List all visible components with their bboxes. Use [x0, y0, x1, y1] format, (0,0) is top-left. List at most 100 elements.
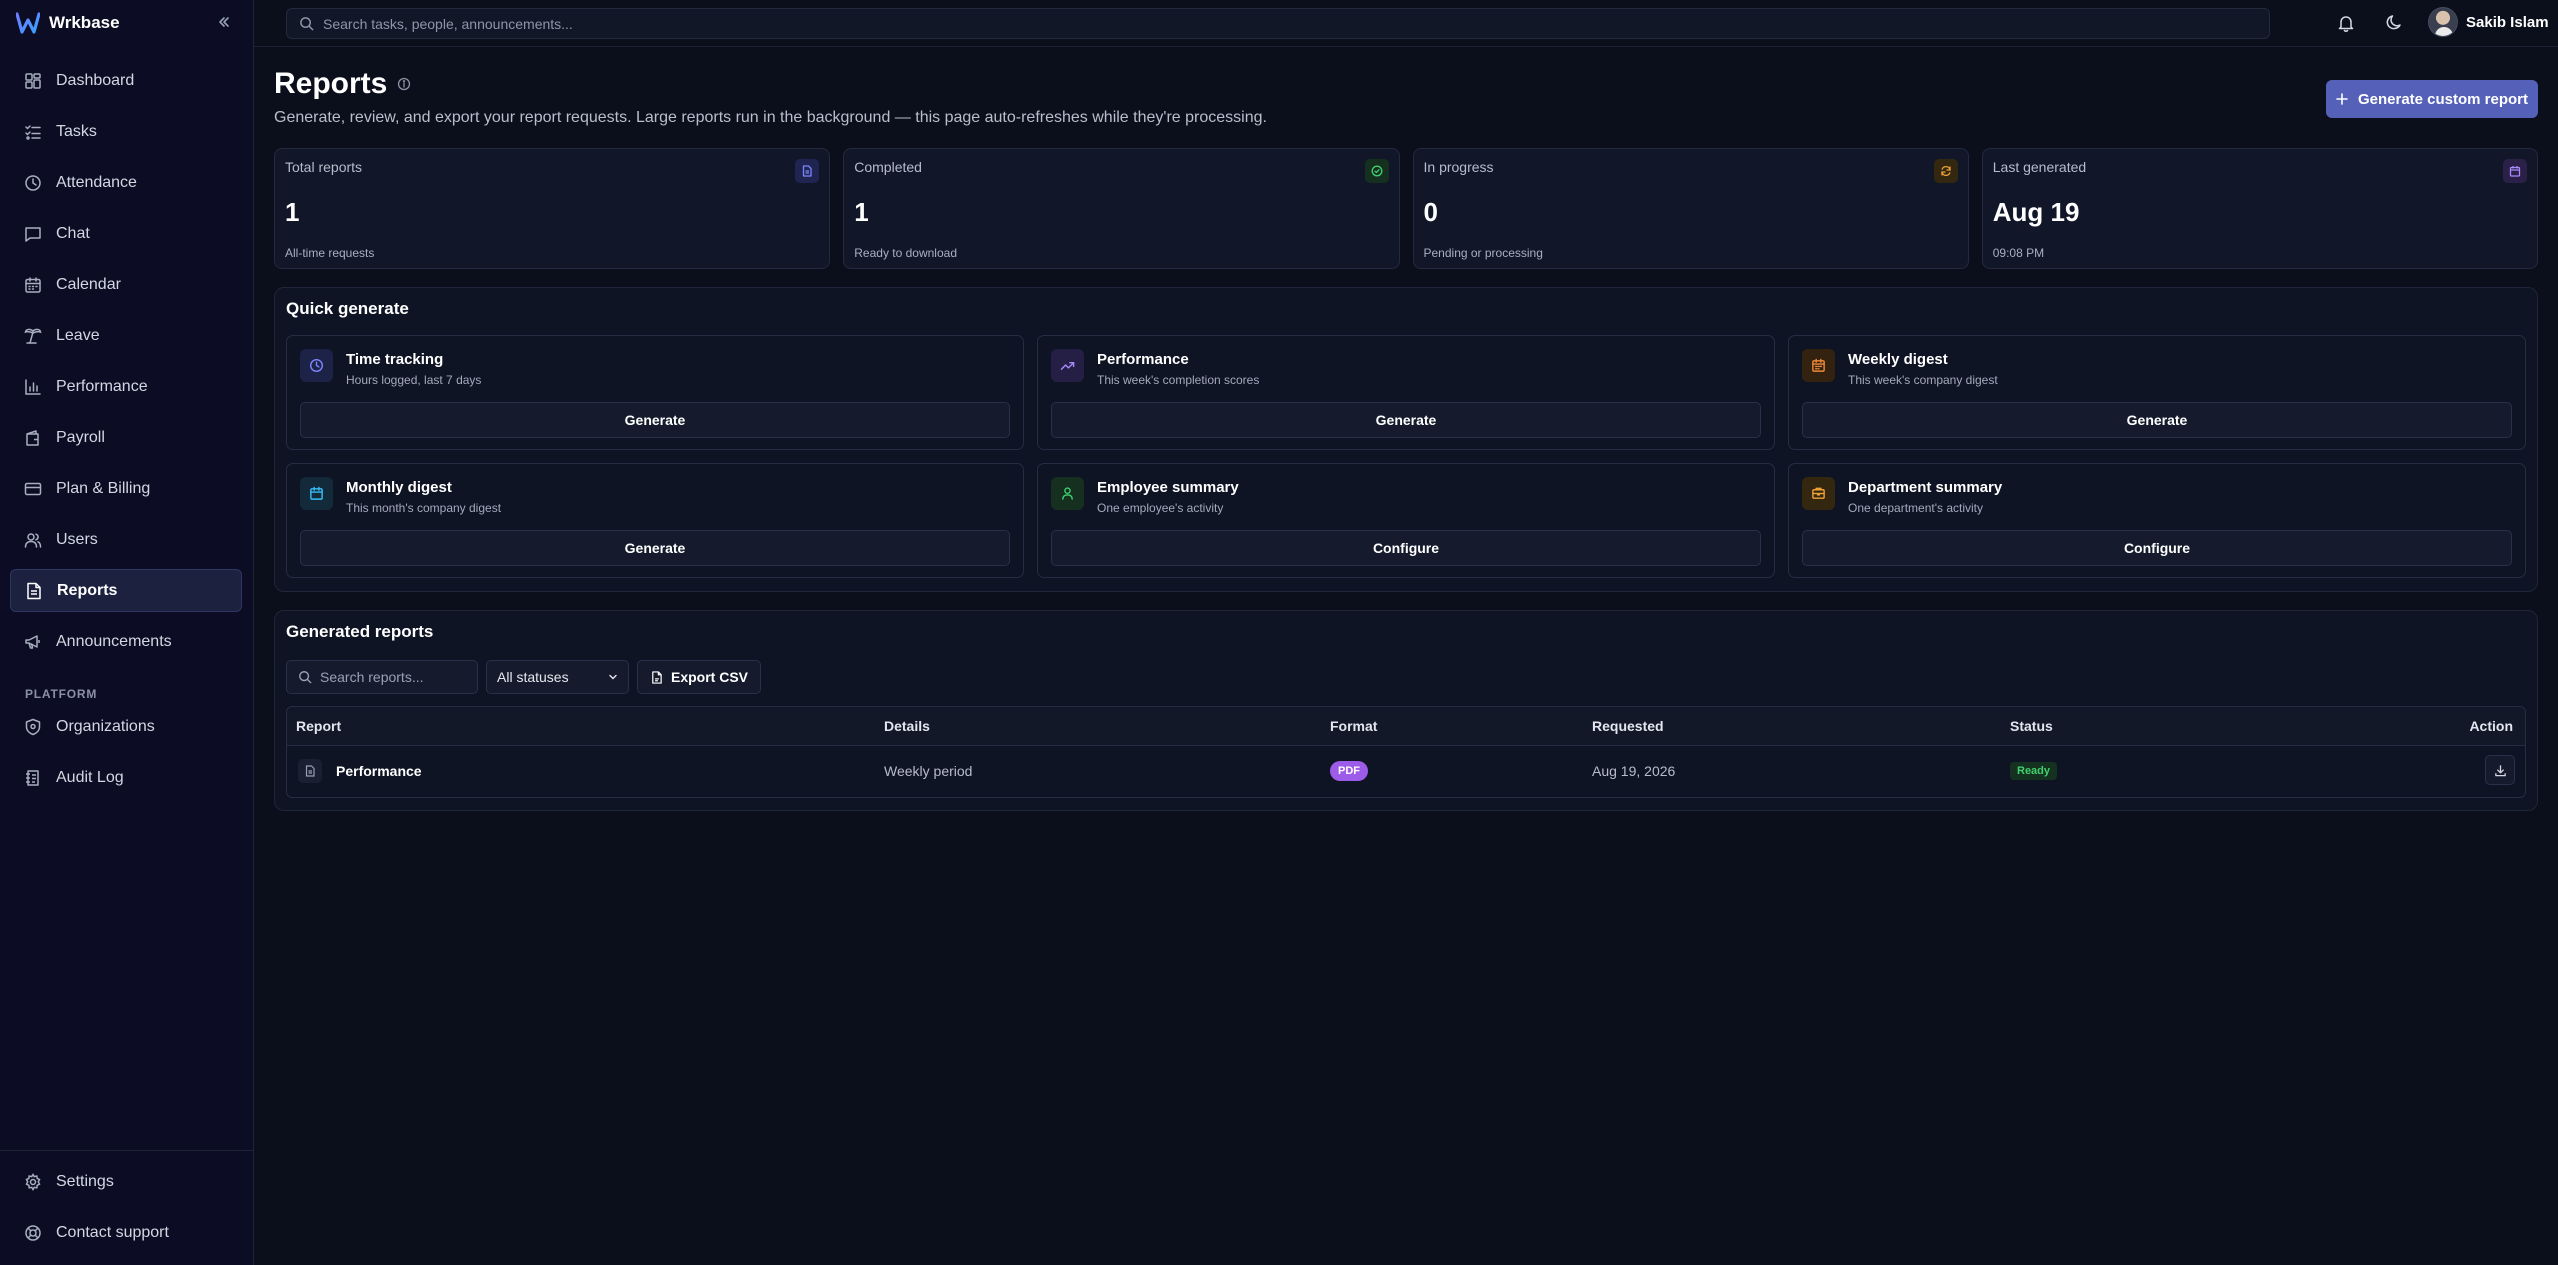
app-name: Wrkbase: [49, 13, 120, 32]
quick-card-name: Performance: [1097, 351, 1189, 368]
quick-generate-title: Quick generate: [286, 299, 409, 318]
column-header-status: Status: [2010, 718, 2053, 734]
sidebar-bottom: Settings Contact support: [0, 1150, 254, 1262]
generate-monthly-digest-button[interactable]: Generate: [300, 530, 1010, 566]
reports-toolbar: All statuses Export CSV: [286, 660, 761, 694]
credit-card-icon: [24, 482, 42, 495]
clock-icon: [300, 349, 333, 382]
sidebar-item-organizations[interactable]: Organizations: [10, 705, 242, 748]
stat-sub: Pending or processing: [1423, 246, 1543, 260]
calendar-icon: [300, 477, 333, 510]
configure-department-summary-button[interactable]: Configure: [1802, 530, 2512, 566]
column-header-requested: Requested: [1592, 718, 1664, 734]
page-title-text: Reports: [274, 67, 388, 100]
sidebar-item-audit-log[interactable]: Audit Log: [10, 756, 242, 799]
stat-label: Total reports: [285, 159, 363, 175]
quick-card-name: Department summary: [1848, 479, 2003, 496]
quick-card-employee-summary: Employee summary One employee's activity…: [1037, 463, 1775, 578]
status-filter-select[interactable]: All statuses: [486, 660, 629, 694]
wallet-icon: [26, 429, 39, 446]
stat-value: 1: [854, 197, 869, 227]
user-icon: [1051, 477, 1084, 510]
tasks-icon: [25, 124, 41, 140]
plus-icon: [2336, 93, 2348, 105]
sidebar-item-settings[interactable]: Settings: [10, 1160, 244, 1203]
format-badge: PDF: [1330, 761, 1368, 781]
document-icon: [298, 759, 322, 783]
sidebar-item-label: Chat: [56, 224, 90, 242]
export-csv-label: Export CSV: [670, 669, 748, 685]
quick-card-name: Monthly digest: [346, 479, 452, 496]
support-icon: [25, 1224, 41, 1241]
table-header: Report Details Format Requested Status A…: [287, 707, 2525, 746]
moon-icon[interactable]: [2382, 11, 2406, 35]
configure-employee-summary-button[interactable]: Configure: [1051, 530, 1761, 566]
reports-search[interactable]: [286, 660, 478, 694]
download-button[interactable]: [2485, 755, 2515, 785]
stats-row: Total reports 1 All-time requests Comple…: [274, 148, 2538, 269]
sidebar-item-reports[interactable]: Reports: [10, 569, 242, 612]
quick-card-department-summary: Department summary One department's acti…: [1788, 463, 2526, 578]
sidebar-item-performance[interactable]: Performance: [10, 365, 242, 408]
chevron-down-icon: [609, 674, 617, 680]
global-search[interactable]: [286, 8, 2270, 39]
topbar: Sakib Islam: [254, 0, 2558, 47]
stat-label: Last generated: [1992, 159, 2087, 175]
search-icon: [300, 17, 314, 31]
sidebar-item-chat[interactable]: Chat: [10, 212, 242, 255]
quick-card-desc: This week's completion scores: [1097, 373, 1260, 387]
sidebar-item-label: Plan & Billing: [56, 479, 151, 497]
sidebar-item-plan-billing[interactable]: Plan & Billing: [10, 467, 242, 510]
stat-value: Aug 19: [1992, 197, 2080, 227]
sidebar-item-calendar[interactable]: Calendar: [10, 263, 242, 306]
clock-icon: [25, 174, 41, 191]
sidebar-item-contact-support[interactable]: Contact support: [10, 1211, 244, 1254]
generate-time-tracking-button[interactable]: Generate: [300, 402, 1010, 438]
generate-performance-button[interactable]: Generate: [1051, 402, 1761, 438]
info-icon[interactable]: [397, 77, 411, 91]
sidebar-item-payroll[interactable]: Payroll: [10, 416, 242, 459]
sidebar-item-dashboard[interactable]: Dashboard: [10, 59, 242, 102]
download-icon: [2494, 764, 2506, 776]
stat-value: 1: [285, 197, 300, 227]
generate-weekly-digest-button[interactable]: Generate: [1802, 402, 2512, 438]
column-header-details: Details: [884, 718, 930, 734]
sidebar-item-label: Organizations: [56, 717, 155, 735]
avatar: [2428, 7, 2458, 37]
user-menu[interactable]: Sakib Islam: [2428, 7, 2549, 37]
sidebar-item-attendance[interactable]: Attendance: [10, 161, 242, 204]
report-icon: [27, 582, 41, 599]
generate-custom-report-button[interactable]: Generate custom report: [2326, 80, 2538, 118]
table-row[interactable]: Performance Weekly period PDF Aug 19, 20…: [287, 746, 2525, 797]
sidebar-item-tasks[interactable]: Tasks: [10, 110, 242, 153]
reports-search-input[interactable]: [320, 669, 470, 685]
quick-card-weekly-digest: Weekly digest This week's company digest…: [1788, 335, 2526, 450]
sidebar-item-announcements[interactable]: Announcements: [10, 620, 242, 663]
collapse-sidebar-icon[interactable]: [214, 12, 234, 32]
cell-requested: Aug 19, 2026: [1592, 763, 1676, 779]
stat-label: Completed: [854, 159, 922, 175]
sidebar-item-label: Contact support: [56, 1223, 169, 1241]
quick-card-time-tracking: Time tracking Hours logged, last 7 days …: [286, 335, 1024, 450]
sidebar-item-users[interactable]: Users: [10, 518, 242, 561]
stat-card-completed: Completed 1 Ready to download: [843, 148, 1400, 269]
search-input[interactable]: [323, 15, 2269, 32]
file-export-icon: [652, 670, 662, 684]
bell-icon[interactable]: [2334, 11, 2358, 35]
refresh-icon: [1933, 159, 1958, 183]
dashboard-icon: [25, 72, 41, 89]
generated-reports-title: Generated reports: [286, 622, 434, 641]
megaphone-icon: [25, 634, 40, 649]
reports-table: Report Details Format Requested Status A…: [286, 706, 2526, 798]
sidebar-item-label: Settings: [56, 1172, 114, 1190]
quick-card-desc: Hours logged, last 7 days: [346, 373, 482, 387]
bar-chart-icon: [25, 378, 41, 395]
sidebar-item-leave[interactable]: Leave: [10, 314, 242, 357]
users-icon: [24, 532, 42, 548]
sidebar-item-label: Tasks: [56, 122, 97, 140]
export-csv-button[interactable]: Export CSV: [637, 660, 761, 694]
sidebar-item-label: Calendar: [56, 275, 121, 293]
stat-sub: 09:08 PM: [1992, 246, 2045, 260]
sidebar: Wrkbase Dashboard Tasks Attendance Chat …: [0, 0, 254, 1265]
brand[interactable]: Wrkbase: [16, 10, 120, 36]
